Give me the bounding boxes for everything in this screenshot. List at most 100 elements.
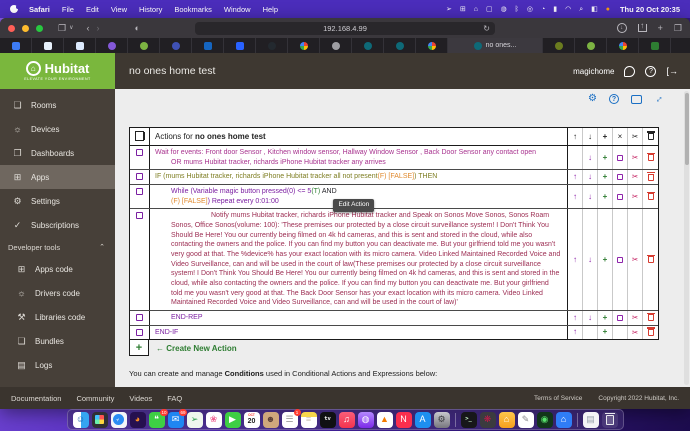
insert-icon[interactable]: + — [603, 154, 608, 162]
row-checkbox-icon[interactable] — [136, 212, 143, 219]
dock-documents-icon[interactable]: ▤ — [583, 412, 599, 428]
trash-icon[interactable] — [648, 256, 654, 263]
move-down-icon[interactable]: ↓ — [588, 173, 592, 181]
menubar-clock[interactable]: Thu 20 Oct 20:35 — [620, 5, 680, 14]
dock-maps-icon[interactable]: ➢ — [187, 412, 203, 428]
cut-icon[interactable]: ✂ — [632, 329, 638, 337]
sidebar-item-subscriptions[interactable]: ✓Subscriptions — [0, 213, 115, 237]
move-down-icon[interactable]: ↓ — [588, 133, 592, 141]
action-text-cell[interactable]: Wait for events: Front door Sensor , Kit… — [150, 146, 568, 169]
row-control-cell[interactable]: ↓ — [583, 185, 598, 208]
select-box-icon[interactable] — [617, 155, 623, 161]
header-control-cell[interactable]: + — [598, 128, 613, 145]
row-checkbox-icon[interactable] — [136, 188, 143, 195]
row-control-cell[interactable] — [643, 170, 658, 184]
copy-icon[interactable] — [138, 132, 145, 140]
hubitat-logo[interactable]: ⌂ Hubitat ELEVATE YOUR ENVIRONMENT — [0, 53, 115, 89]
row-control-cell[interactable]: ↓ — [583, 146, 598, 169]
cut-icon[interactable]: ✂ — [632, 256, 638, 264]
row-control-cell[interactable] — [643, 146, 658, 169]
dock-notes-icon[interactable]: ≡ — [301, 412, 317, 428]
dock-news-icon[interactable]: N — [396, 412, 412, 428]
create-plus-icon[interactable]: + — [129, 340, 149, 356]
menu-bookmarks[interactable]: Bookmarks — [174, 5, 212, 14]
forward-button[interactable]: › — [96, 24, 99, 33]
select-box-icon[interactable] — [617, 315, 623, 321]
action-text-cell[interactable]: END-IF — [150, 326, 568, 340]
menu-window[interactable]: Window — [224, 5, 251, 14]
create-new-action-row[interactable]: + ← Create New Action — [129, 340, 659, 356]
developer-tools-header[interactable]: Developer tools⌃ — [0, 237, 115, 257]
row-control-cell[interactable]: ✂ — [628, 311, 643, 325]
header-control-cell[interactable]: ↑ — [568, 128, 583, 145]
dock-trash-icon[interactable] — [602, 412, 618, 428]
row-control-cell[interactable]: ✂ — [628, 209, 643, 310]
pinned-tab-10[interactable] — [288, 38, 320, 53]
select-box-icon[interactable] — [617, 194, 623, 200]
row-control-cell[interactable]: + — [598, 209, 613, 310]
help-icon[interactable]: ? — [645, 66, 656, 77]
sidebar-item-logs[interactable]: ▤Logs — [0, 353, 115, 377]
create-new-action-label[interactable]: ← Create New Action — [156, 344, 237, 353]
pinned-tab-14[interactable] — [416, 38, 448, 53]
dock-mail-icon[interactable]: ✉69 — [168, 412, 184, 428]
header-control-cell[interactable] — [643, 128, 658, 145]
select-box-icon[interactable] — [617, 257, 623, 263]
row-control-cell[interactable]: ↓ — [583, 311, 598, 325]
row-control-cell[interactable]: ✂ — [628, 146, 643, 169]
pinned-tab-1[interactable] — [0, 38, 32, 53]
row-control-cell[interactable] — [643, 185, 658, 208]
dock-messages-icon[interactable]: ❝10 — [149, 412, 165, 428]
pinned-tab-3[interactable] — [64, 38, 96, 53]
row-select-cell[interactable] — [130, 185, 150, 208]
move-up-icon[interactable]: ↑ — [573, 133, 577, 141]
dock-textedit-icon[interactable]: ✎ — [518, 412, 534, 428]
keychain-icon[interactable]: ◍ — [501, 6, 507, 13]
pinned-tab-18[interactable] — [639, 38, 671, 53]
trash-icon[interactable] — [648, 154, 654, 161]
bluetooth-icon[interactable]: ᛒ — [515, 6, 519, 13]
insert-icon[interactable]: + — [603, 173, 608, 181]
header-control-cell[interactable]: ✂ — [628, 128, 643, 145]
row-select-cell[interactable] — [130, 209, 150, 310]
move-up-icon[interactable]: ↑ — [573, 256, 577, 264]
edit-action-tooltip[interactable]: Edit Action — [333, 199, 374, 212]
share-icon[interactable]: ↑ — [638, 24, 647, 32]
scrollbar-thumb[interactable] — [685, 93, 689, 165]
delete-icon[interactable]: × — [618, 133, 623, 141]
dock-podcasts-icon[interactable]: ◍ — [358, 412, 374, 428]
row-control-cell[interactable] — [613, 185, 628, 208]
dock-photos-icon[interactable]: ❀ — [206, 412, 222, 428]
pinned-tab-11[interactable] — [320, 38, 352, 53]
recording-dot-icon[interactable]: ● — [606, 6, 610, 13]
row-checkbox-icon[interactable] — [136, 173, 143, 180]
dock-launchpad-icon[interactable] — [92, 412, 108, 428]
row-control-cell[interactable] — [613, 209, 628, 310]
spotlight-icon[interactable]: ⌕ — [579, 6, 583, 13]
menu-edit[interactable]: Edit — [86, 5, 99, 14]
new-tab-button[interactable]: + — [658, 24, 663, 33]
content-scrollbar[interactable] — [684, 91, 689, 385]
row-control-cell[interactable]: + — [598, 185, 613, 208]
move-down-icon[interactable]: ↓ — [588, 154, 592, 162]
row-control-cell[interactable]: ✂ — [628, 185, 643, 208]
row-control-cell[interactable]: ↑ — [568, 311, 583, 325]
cut-icon[interactable]: ✂ — [632, 173, 638, 181]
menu-safari[interactable]: Safari — [29, 5, 50, 14]
sidebar-item-drivers-code[interactable]: ☼Drivers code — [0, 281, 115, 305]
header-control-cell[interactable]: ↓ — [583, 128, 598, 145]
trash-icon[interactable] — [648, 133, 654, 140]
gear-icon[interactable]: ⚙ — [588, 94, 597, 104]
question-icon[interactable]: ? — [609, 94, 619, 104]
control-center-icon[interactable]: ◧ — [591, 6, 598, 13]
sidebar-item-libraries-code[interactable]: ⚒Libraries code — [0, 305, 115, 329]
apple-menu-icon[interactable] — [10, 5, 19, 14]
action-text-cell[interactable]: Notify mums Hubitat tracker, richards iP… — [150, 209, 568, 310]
pinned-tab-9[interactable] — [256, 38, 288, 53]
dock-facetime-icon[interactable]: ▶ — [225, 412, 241, 428]
pinned-tab-2[interactable] — [32, 38, 64, 53]
move-up-icon[interactable]: ↑ — [573, 173, 577, 181]
move-up-icon[interactable]: ↑ — [573, 328, 577, 336]
row-control-cell[interactable]: ↓ — [583, 170, 598, 184]
row-control-cell[interactable]: + — [598, 170, 613, 184]
